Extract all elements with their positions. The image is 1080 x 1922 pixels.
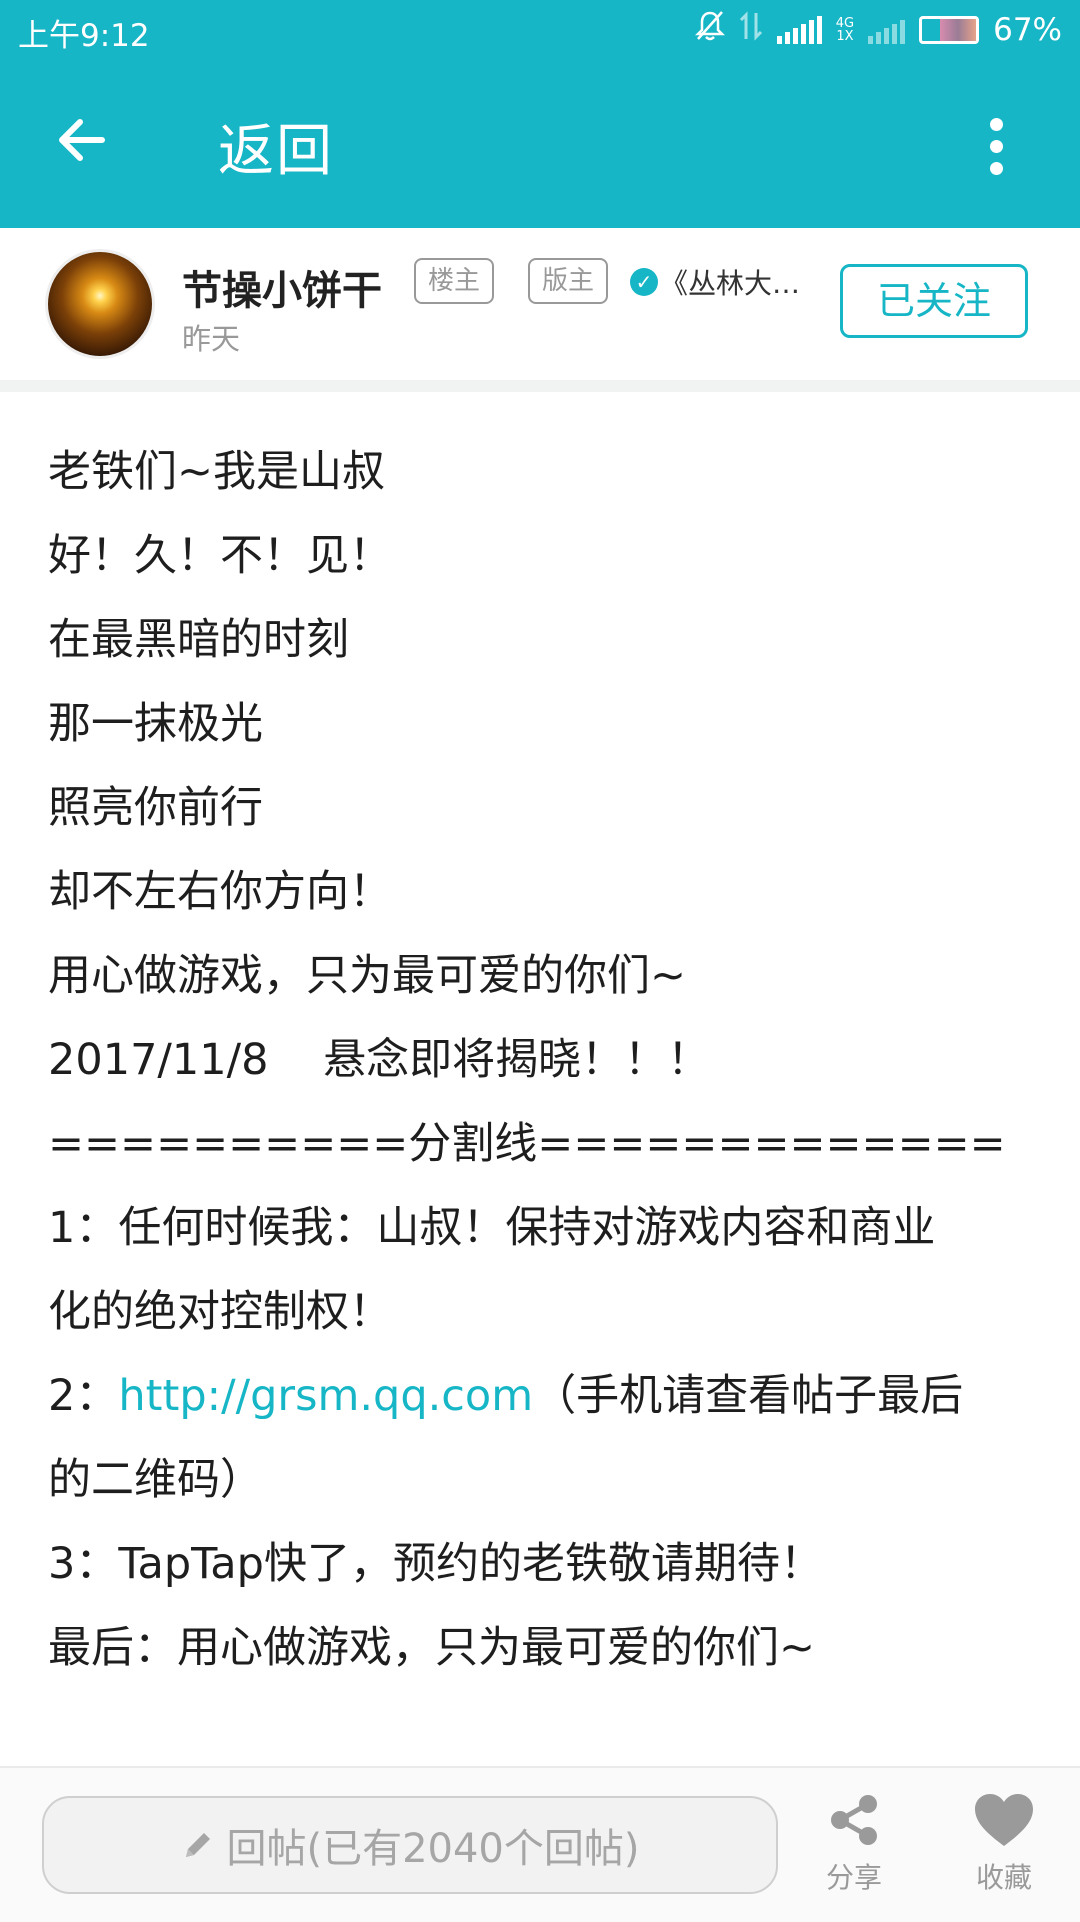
- status-time: 上午9:12: [18, 18, 150, 54]
- mute-bell-icon: [694, 10, 725, 50]
- signal-sim2-icon: [868, 16, 906, 44]
- status-bar: 上午9:12 4G 1X 67%: [0, 0, 1080, 62]
- post-line: 在最黑暗的时刻: [48, 615, 349, 665]
- post-line: 最后：用心做游戏，只为最可爱的你们~: [48, 1623, 816, 1673]
- section-divider: [0, 380, 1080, 392]
- author-bar: 节操小饼干 楼主 版主 ✓ 《丛林大逃… 昨天 已关注: [0, 228, 1080, 380]
- network-type-icon: 4G 1X: [835, 16, 855, 44]
- share-label: 分享: [825, 1861, 882, 1894]
- bottom-bar: 回帖(已有2040个回帖) 分享 收藏: [0, 1766, 1080, 1922]
- forum-name[interactable]: 《丛林大逃…: [660, 262, 826, 302]
- post-line: ==========分割线=============: [48, 1119, 1006, 1169]
- post-line: 2017/11/8 悬念即将揭晓！！！: [48, 1035, 711, 1085]
- link-suffix: （手机请查看帖子最后: [533, 1371, 964, 1421]
- battery-icon: [919, 16, 980, 44]
- check-badge-icon: ✓: [630, 268, 658, 296]
- post-line: 照亮你前行: [48, 783, 263, 833]
- post-line-link: 2：http://grsm.qq.com（手机请查看帖子最后: [48, 1354, 1008, 1438]
- post-line: 好！久！不！见！: [48, 531, 392, 581]
- post-line: 老铁们~我是山叔: [48, 447, 386, 497]
- post-line: 化的绝对控制权！: [48, 1287, 392, 1337]
- data-transfer-icon: [739, 11, 763, 49]
- arrow-left-icon: [59, 119, 105, 161]
- avatar[interactable]: [48, 252, 152, 356]
- back-button[interactable]: [52, 110, 112, 170]
- reply-input[interactable]: 回帖(已有2040个回帖): [42, 1796, 778, 1894]
- more-vertical-icon[interactable]: [990, 118, 1004, 175]
- post-line: 用心做游戏，只为最可爱的你们~: [48, 951, 687, 1001]
- favorite-label: 收藏: [975, 1861, 1032, 1894]
- post-content: 老铁们~我是山叔 好！久！不！见！ 在最黑暗的时刻 那一抹极光 照亮你前行 却不…: [48, 430, 1008, 1690]
- reply-placeholder: 回帖(已有2040个回帖): [226, 1826, 640, 1872]
- tag-op: 楼主: [414, 258, 495, 304]
- favorite-button[interactable]: 收藏: [944, 1792, 1064, 1896]
- battery-percent: 67%: [993, 12, 1062, 48]
- pencil-icon: [186, 1833, 211, 1857]
- post-line: 1：任何时候我：山叔！保持对游戏内容和商业: [48, 1203, 936, 1253]
- page-title[interactable]: 返回: [218, 106, 334, 187]
- heart-icon: [975, 1794, 1033, 1846]
- link-prefix: 2：: [48, 1371, 119, 1421]
- status-icons: 4G 1X 67%: [694, 10, 1062, 50]
- share-button[interactable]: 分享: [794, 1792, 914, 1896]
- author-name[interactable]: 节操小饼干: [182, 258, 382, 316]
- app-bar: 上午9:12 4G 1X 67% 返回: [0, 0, 1080, 228]
- post-line: 却不左右你方向！: [48, 867, 392, 917]
- post-line: 的二维码）: [48, 1455, 263, 1505]
- share-icon: [831, 1795, 877, 1845]
- tag-moderator: 版主: [528, 258, 609, 304]
- follow-button[interactable]: 已关注: [840, 264, 1028, 338]
- post-line: 那一抹极光: [48, 699, 263, 749]
- post-link[interactable]: http://grsm.qq.com: [118, 1371, 533, 1421]
- signal-strength-icon: [776, 16, 822, 44]
- post-line: 3：TapTap快了，预约的老铁敬请期待！: [48, 1539, 823, 1589]
- post-time: 昨天: [182, 322, 241, 356]
